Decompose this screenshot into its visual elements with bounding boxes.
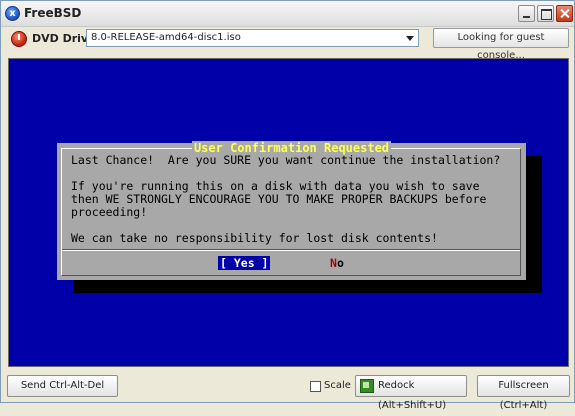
- dialog-line: We can take no responsibility for lost d…: [71, 231, 438, 245]
- redock-label: Redock (Alt+Shift+U): [378, 380, 447, 411]
- redock-icon: [360, 379, 374, 393]
- vm-console[interactable]: User Confirmation Requested Last Chance!…: [8, 58, 569, 367]
- power-icon[interactable]: [11, 31, 27, 47]
- no-label-rest: o: [336, 256, 344, 270]
- confirmation-dialog: User Confirmation Requested Last Chance!…: [57, 141, 526, 280]
- scale-checkbox[interactable]: [310, 381, 321, 392]
- redock-button[interactable]: Redock (Alt+Shift+U): [355, 375, 467, 411]
- scale-label: Scale: [324, 380, 351, 391]
- dvd-drive-select[interactable]: 8.0-RELEASE-amd64-disc1.iso: [86, 29, 419, 47]
- dialog-line: Last Chance! Are you SURE you want conti…: [71, 153, 501, 167]
- send-ctrl-alt-del-button[interactable]: Send Ctrl-Alt-Del: [7, 375, 118, 397]
- window-title: FreeBSD: [24, 6, 82, 20]
- toolbar: DVD Drive: 8.0-RELEASE-amd64-disc1.iso L…: [1, 28, 574, 61]
- dvd-drive-value: 8.0-RELEASE-amd64-disc1.iso: [91, 32, 241, 43]
- maximize-button[interactable]: [537, 5, 554, 22]
- guest-console-button[interactable]: Looking for guest console...: [433, 28, 569, 61]
- dialog-divider: [62, 250, 520, 251]
- dialog-line: If you're running this on a disk with da…: [71, 179, 480, 193]
- bottom-bar: Send Ctrl-Alt-Del Scale Redock (Alt+Shif…: [1, 373, 574, 411]
- app-logo-icon: x: [5, 6, 20, 21]
- vm-window: x FreeBSD DVD Drive: 8.0-RELEASE-amd64-d…: [0, 0, 575, 411]
- close-button[interactable]: [556, 5, 573, 22]
- fullscreen-button[interactable]: Fullscreen (Ctrl+Alt): [477, 375, 570, 411]
- title-bar[interactable]: x FreeBSD: [1, 1, 574, 27]
- dialog-line: proceeding!: [71, 205, 148, 219]
- no-hotkey: N: [330, 256, 337, 270]
- dialog-line: then WE STRONGLY ENCOURAGE YOU TO MAKE P…: [71, 192, 487, 206]
- yes-button[interactable]: [ Yes ]: [218, 256, 271, 270]
- no-button[interactable]: No: [330, 256, 344, 270]
- chevron-down-icon[interactable]: [402, 30, 418, 46]
- minimize-button[interactable]: [518, 5, 535, 22]
